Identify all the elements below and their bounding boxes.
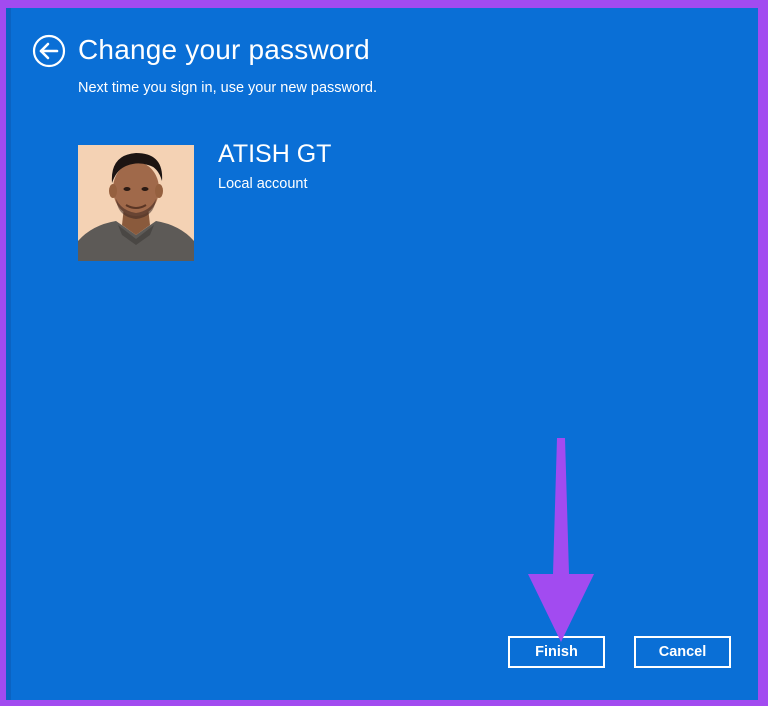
account-type: Local account <box>218 176 308 192</box>
page-subtitle: Next time you sign in, use your new pass… <box>78 80 377 96</box>
avatar <box>78 145 194 261</box>
finish-button[interactable]: Finish <box>508 636 605 668</box>
annotation-arrow-icon <box>528 438 594 642</box>
page-title: Change your password <box>78 34 370 65</box>
back-arrow-icon <box>32 34 66 68</box>
account-name: ATISH GT <box>218 140 332 168</box>
avatar-photo <box>78 145 194 261</box>
window-edge <box>6 8 11 700</box>
back-button[interactable] <box>32 34 66 68</box>
cancel-button[interactable]: Cancel <box>634 636 731 668</box>
change-password-dialog: Change your password Next time you sign … <box>6 8 758 700</box>
screenshot-frame: Change your password Next time you sign … <box>0 0 768 706</box>
